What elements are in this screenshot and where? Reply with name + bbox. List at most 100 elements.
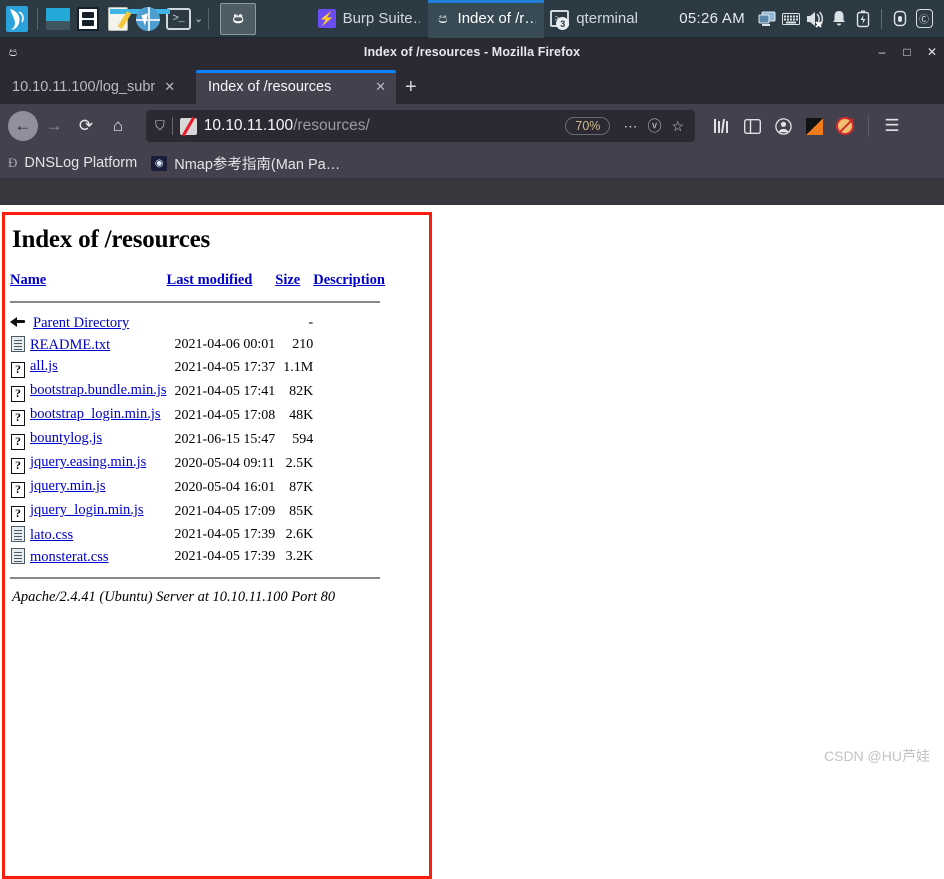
battery-icon[interactable] <box>851 0 875 38</box>
file-link[interactable]: all.js <box>30 358 58 374</box>
bookmark-star-icon[interactable]: ☆ <box>666 118 689 135</box>
text-file-icon <box>11 526 25 542</box>
table-row[interactable]: ? jquery.easing.min.js 2020-05-04 09:11 2.5… <box>10 452 385 476</box>
table-row[interactable]: ? bountylog.js 2021-06-15 15:47 594 <box>10 428 385 452</box>
tab-index-of-resources[interactable]: Index of /resources ✕ <box>196 70 396 104</box>
file-link[interactable]: jquery_login.min.js <box>30 502 144 518</box>
sort-by-last-modified-link[interactable]: Last modified <box>167 272 253 288</box>
sort-by-name-link[interactable]: Name <box>10 272 46 288</box>
file-name-cell: monsterat.css <box>10 546 167 568</box>
table-row[interactable]: ? bootstrap_login.min.js 2021-04-05 17:08 4… <box>10 404 385 428</box>
table-row[interactable]: lato.css 2021-04-05 17:39 2.6K <box>10 524 385 546</box>
menu-icon[interactable]: ☰ <box>878 112 906 140</box>
table-row[interactable]: monsterat.css 2021-04-05 17:39 3.2K <box>10 546 385 568</box>
table-row[interactable]: README.txt 2021-04-06 00:01 210 <box>10 334 385 356</box>
file-link[interactable]: lato.css <box>30 527 73 543</box>
file-name-cell: lato.css <box>10 524 167 546</box>
zoom-level-indicator[interactable]: 70% <box>565 117 611 135</box>
column-header-name: Name <box>10 272 167 299</box>
active-window-launcher[interactable]: ප <box>220 2 257 35</box>
sidebar-icon[interactable] <box>738 112 766 140</box>
reload-button[interactable]: ⟳ <box>70 111 102 141</box>
keyboard-icon[interactable] <box>779 0 803 38</box>
launcher-separator-2 <box>208 7 210 30</box>
clock[interactable]: 05:26 AM <box>679 10 745 27</box>
bookmark-label: DNSLog Platform <box>24 155 138 171</box>
darkreader-icon[interactable] <box>800 112 828 140</box>
bell-icon-glyph <box>833 11 845 26</box>
url-path: /resources/ <box>293 117 370 134</box>
file-manager-button[interactable] <box>73 2 103 36</box>
tracking-protection-shield-icon[interactable]: ⛉ <box>155 118 165 134</box>
account-icon-glyph <box>774 117 792 135</box>
description-cell <box>313 524 385 546</box>
show-desktop-icon <box>46 7 70 30</box>
noscript-icon[interactable] <box>831 112 859 140</box>
file-link[interactable]: monsterat.css <box>30 549 109 565</box>
directory-table-body: Parent Directory - README.txt 2021-04-06 … <box>10 312 385 568</box>
minimize-button[interactable]: – <box>876 46 888 58</box>
sort-by-description-link[interactable]: Description <box>313 272 385 288</box>
display-icon[interactable] <box>755 0 779 38</box>
file-link[interactable]: jquery.min.js <box>30 478 106 494</box>
tab-close-icon[interactable]: ✕ <box>375 79 386 95</box>
show-desktop-button[interactable] <box>43 2 73 36</box>
unknown-file-icon: ? <box>11 506 25 522</box>
launcher-chevron-down-icon[interactable]: ⌄ <box>194 12 203 25</box>
last-modified-cell: 2021-04-05 17:41 <box>174 384 276 399</box>
footer-rule-cell <box>10 568 385 587</box>
size-cell: - <box>308 315 314 330</box>
tab-log-submit[interactable]: 10.10.11.100/log_subr ✕ <box>0 70 196 104</box>
file-link[interactable]: jquery.easing.min.js <box>30 454 146 470</box>
close-button[interactable]: ✕ <box>926 46 938 58</box>
parent-directory-link[interactable]: Parent Directory <box>33 315 129 331</box>
taskbar-window-label: Index of /r… <box>457 10 537 27</box>
table-row[interactable]: Parent Directory - <box>10 312 385 334</box>
tab-close-icon[interactable]: ✕ <box>164 79 175 95</box>
text-editor-button[interactable] <box>103 2 170 36</box>
table-row[interactable]: ? bootstrap.bundle.min.js 2021-04-05 17:41… <box>10 380 385 404</box>
bookmark-dnslog-platform[interactable]: Ɖ DNSLog Platform <box>8 155 137 171</box>
table-row[interactable]: ? all.js 2021-04-05 17:37 1.1M <box>10 356 385 380</box>
battery-icon-glyph <box>856 10 870 27</box>
terminal-button[interactable]: >_ <box>163 2 193 36</box>
pocket-icon[interactable]: ⓥ <box>642 116 666 136</box>
file-name-cell: ? jquery.min.js <box>10 476 167 500</box>
taskbar-window-burp[interactable]: ⚡ Burp Suite… <box>312 0 428 38</box>
forward-button[interactable]: → <box>38 111 70 141</box>
file-link[interactable]: bootstrap_login.min.js <box>30 406 161 422</box>
new-tab-button[interactable]: + <box>396 76 426 99</box>
file-link[interactable]: bootstrap.bundle.min.js <box>30 382 167 398</box>
firefox-icon: ප <box>438 10 448 26</box>
lock-icon[interactable] <box>888 0 912 38</box>
account-icon[interactable] <box>769 112 797 140</box>
nmap-icon: ◉ <box>151 155 168 171</box>
url-bar[interactable]: ⛉ 10.10.11.100 /resources/ 70% ⋯ ⓥ ☆ <box>146 110 695 142</box>
kali-menu-button[interactable] <box>2 2 32 36</box>
watermark: CSDN @HU芦娃 <box>824 748 930 764</box>
file-link[interactable]: bountylog.js <box>30 430 102 446</box>
taskbar-window-label: qterminal <box>576 10 638 27</box>
sort-by-size-link[interactable]: Size <box>275 272 300 288</box>
notifications-bell-icon[interactable] <box>827 0 851 38</box>
home-button[interactable]: ⌂ <box>102 111 134 141</box>
clipboard-icon[interactable]: Ⓒ <box>912 0 936 38</box>
table-row[interactable]: ? jquery_login.min.js 2021-04-05 17:09 85K <box>10 500 385 524</box>
taskbar-window-qterminal[interactable]: >_ 3 qterminal <box>544 0 646 38</box>
back-button[interactable]: ← <box>8 111 38 141</box>
size-cell: 82K <box>289 384 314 399</box>
bookmark-nmap-guide[interactable]: ◉ Nmap参考指南(Man Pa… <box>151 153 340 174</box>
library-icon[interactable] <box>707 112 735 140</box>
volume-muted-icon[interactable] <box>803 0 827 38</box>
file-link[interactable]: README.txt <box>30 337 110 353</box>
web-browser-button[interactable] <box>133 2 163 36</box>
noscript-blocked-icon[interactable] <box>179 117 197 135</box>
page-actions-icon[interactable]: ⋯ <box>618 118 642 135</box>
tab-label: Index of /resources <box>208 79 332 95</box>
maximize-button[interactable]: □ <box>901 46 913 58</box>
taskbar-window-firefox[interactable]: ප Index of /r… <box>428 0 545 38</box>
bookmarks-toolbar: Ɖ DNSLog Platform ◉ Nmap参考指南(Man Pa… <box>0 148 944 179</box>
library-icon-glyph <box>713 118 728 134</box>
window-count-badge: 3 <box>556 17 570 30</box>
table-row[interactable]: ? jquery.min.js 2020-05-04 16:01 87K <box>10 476 385 500</box>
